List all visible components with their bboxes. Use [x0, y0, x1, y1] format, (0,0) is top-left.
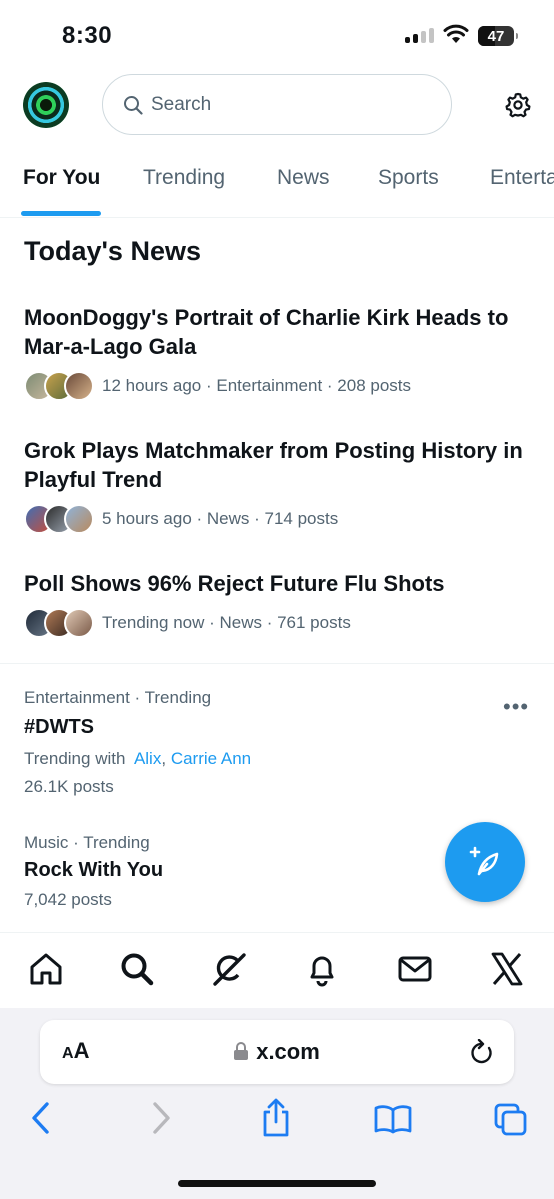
share-icon[interactable] [260, 1098, 292, 1138]
tab-entertainment[interactable]: Entertainment [490, 166, 554, 190]
trend-item[interactable]: Entertainment · Trending #DWTS Trending … [24, 688, 534, 797]
news-meta: 5 hours ago · News · 714 posts [102, 509, 339, 528]
battery-percent: 47 [487, 27, 505, 45]
gear-icon[interactable] [505, 92, 531, 118]
news-meta-row: 12 hours ago · Entertainment · 208 posts [24, 371, 534, 401]
browser-toolbar: AA x.com [0, 1008, 554, 1199]
bell-icon[interactable] [304, 951, 340, 987]
search-icon[interactable] [119, 951, 155, 987]
tab-news[interactable]: News [277, 166, 330, 190]
status-bar: 8:30 47 [0, 0, 554, 70]
avatar [64, 608, 94, 638]
news-headline[interactable]: Grok Plays Matchmaker from Posting Histo… [24, 436, 534, 494]
url-text: x.com [256, 1039, 320, 1064]
reload-icon[interactable] [470, 1039, 494, 1065]
news-headline[interactable]: MoonDoggy's Portrait of Charlie Kirk Hea… [24, 303, 534, 361]
home-icon[interactable] [28, 951, 64, 987]
avatar [64, 371, 94, 401]
news-headline[interactable]: Poll Shows 96% Reject Future Flu Shots [24, 569, 534, 598]
trend-related-separator: , [161, 749, 167, 768]
back-icon[interactable] [30, 1101, 52, 1135]
news-item[interactable]: MoonDoggy's Portrait of Charlie Kirk Hea… [24, 303, 534, 401]
section-divider [0, 663, 554, 664]
trend-post-count: 7,042 posts [24, 890, 112, 909]
trend-post-count: 26.1K posts [24, 777, 114, 796]
cellular-signal-icon [405, 28, 434, 43]
active-tab-indicator [21, 211, 101, 216]
tab-for-you[interactable]: For You [23, 166, 100, 190]
compose-feather-icon [469, 846, 499, 876]
wifi-icon [443, 24, 469, 43]
tab-trending[interactable]: Trending [143, 166, 225, 190]
bookmarks-icon[interactable] [374, 1104, 412, 1134]
trend-related-link[interactable]: Alix [134, 749, 161, 768]
news-meta-row: Trending now · News · 761 posts [24, 608, 534, 638]
home-indicator [178, 1180, 376, 1187]
trend-related-prefix: Trending with [24, 749, 126, 768]
tab-sports[interactable]: Sports [378, 166, 439, 190]
x-logo-icon[interactable] [490, 951, 524, 987]
bottom-navigation [0, 932, 554, 1008]
trend-related: Trending with Alix, Carrie Ann [24, 749, 534, 769]
compose-post-button[interactable] [445, 822, 525, 902]
battery-indicator: 47 [478, 26, 518, 46]
tabs-icon[interactable] [494, 1103, 528, 1137]
mail-icon[interactable] [397, 951, 433, 987]
forward-icon[interactable] [150, 1101, 172, 1135]
avatar-stack [24, 504, 102, 534]
status-time: 8:30 [62, 22, 113, 49]
trend-name[interactable]: #DWTS [24, 716, 534, 739]
news-item[interactable]: Grok Plays Matchmaker from Posting Histo… [24, 436, 534, 534]
address-bar[interactable]: AA x.com [40, 1020, 514, 1084]
profile-avatar[interactable] [23, 82, 69, 128]
explore-tabs: For You Trending News Sports Entertainme… [0, 150, 554, 218]
lock-icon [234, 1042, 249, 1060]
news-meta: 12 hours ago · Entertainment · 208 posts [102, 376, 412, 395]
avatar-stack [24, 371, 102, 401]
search-placeholder: Search [151, 93, 212, 115]
trend-related-link[interactable]: Carrie Ann [171, 749, 251, 768]
news-item[interactable]: Poll Shows 96% Reject Future Flu Shots T… [24, 569, 534, 638]
section-title: Today's News [24, 236, 201, 266]
trend-context: Entertainment · Trending [24, 688, 212, 707]
more-options-icon[interactable]: ••• [503, 694, 529, 720]
avatar-stack [24, 608, 102, 638]
search-input[interactable]: Search [102, 74, 452, 135]
url-display[interactable]: x.com [40, 1039, 514, 1065]
avatar [64, 504, 94, 534]
grok-icon[interactable] [211, 951, 247, 987]
search-icon [124, 95, 143, 115]
news-meta: Trending now · News · 761 posts [102, 613, 351, 632]
news-meta-row: 5 hours ago · News · 714 posts [24, 504, 534, 534]
